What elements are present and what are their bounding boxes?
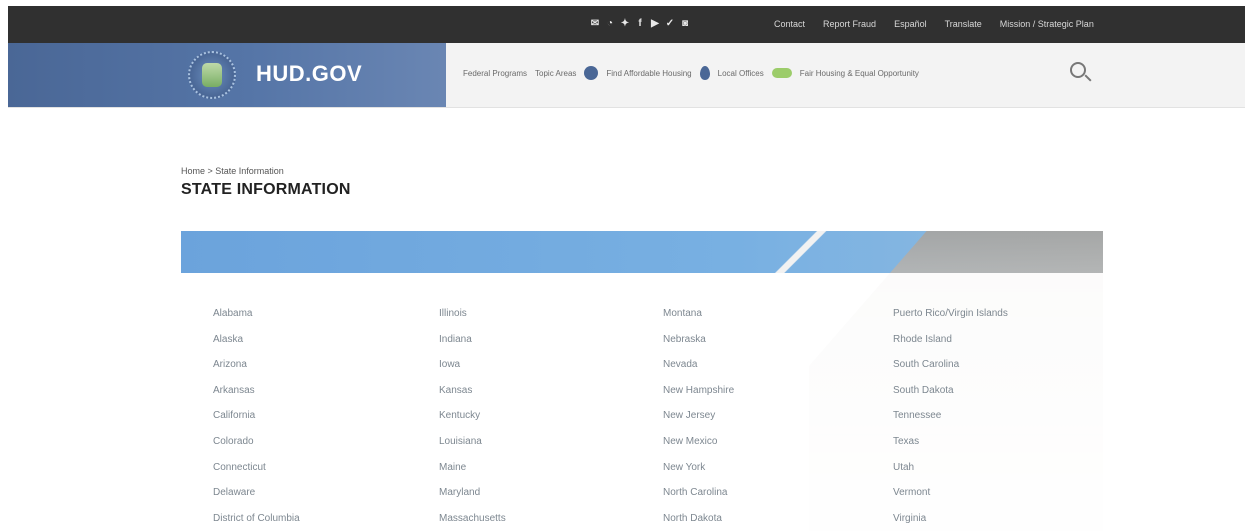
state-link[interactable]: New Mexico bbox=[663, 436, 893, 462]
home-icon bbox=[584, 66, 599, 80]
state-link[interactable]: Indiana bbox=[439, 334, 663, 360]
nav-find-affordable-housing[interactable]: Find Affordable Housing bbox=[606, 69, 691, 78]
utility-bar: ✉ ◔ ✦ f ▶ ✓ ◙ Contact Report Fraud Españ… bbox=[8, 6, 1245, 43]
state-link[interactable]: Virginia bbox=[893, 513, 1073, 531]
state-link[interactable]: District of Columbia bbox=[213, 513, 439, 531]
nav-federal-programs[interactable]: Federal Programs bbox=[463, 69, 527, 78]
breadcrumb: Home > State Information bbox=[181, 166, 284, 176]
state-link[interactable]: Kansas bbox=[439, 385, 663, 411]
state-link[interactable]: Arizona bbox=[213, 359, 439, 385]
state-link[interactable]: Connecticut bbox=[213, 462, 439, 488]
state-link[interactable]: South Carolina bbox=[893, 359, 1073, 385]
site-name: HUD.GOV bbox=[256, 61, 363, 86]
state-link[interactable]: Montana bbox=[663, 308, 893, 334]
email-icon[interactable]: ✉ bbox=[590, 19, 600, 29]
twitter-icon[interactable]: ✓ bbox=[665, 19, 675, 29]
state-link[interactable]: Colorado bbox=[213, 436, 439, 462]
state-link[interactable]: Nevada bbox=[663, 359, 893, 385]
state-link[interactable]: Arkansas bbox=[213, 385, 439, 411]
state-link[interactable]: New Hampshire bbox=[663, 385, 893, 411]
social-icons: ✉ ◔ ✦ f ▶ ✓ ◙ bbox=[590, 19, 690, 29]
state-link[interactable]: Alaska bbox=[213, 334, 439, 360]
state-link[interactable]: Illinois bbox=[439, 308, 663, 334]
state-link[interactable]: New Jersey bbox=[663, 410, 893, 436]
main-nav: Federal Programs Topic Areas Find Afford… bbox=[463, 66, 919, 80]
state-link[interactable]: North Dakota bbox=[663, 513, 893, 531]
state-link[interactable]: Rhode Island bbox=[893, 334, 1073, 360]
state-link[interactable]: Maine bbox=[439, 462, 663, 488]
badge-icon bbox=[771, 68, 792, 78]
facebook-icon[interactable]: f bbox=[635, 19, 645, 29]
state-link[interactable]: Texas bbox=[893, 436, 1073, 462]
site-header: HUD.GOV Federal Programs Topic Areas Fin… bbox=[8, 43, 1245, 108]
state-link[interactable]: Tennessee bbox=[893, 410, 1073, 436]
state-link[interactable]: North Carolina bbox=[663, 487, 893, 513]
utility-link-mission[interactable]: Mission / Strategic Plan bbox=[1000, 19, 1094, 29]
utility-links: Contact Report Fraud Español Translate M… bbox=[774, 19, 1094, 29]
instagram-icon[interactable]: ◙ bbox=[680, 19, 690, 29]
state-link[interactable]: Nebraska bbox=[663, 334, 893, 360]
utility-link-translate[interactable]: Translate bbox=[945, 19, 982, 29]
state-list: Alabama Illinois Montana Puerto Rico/Vir… bbox=[213, 308, 1073, 531]
map-pin-icon bbox=[699, 66, 710, 80]
utility-link-espanol[interactable]: Español bbox=[894, 19, 927, 29]
rss-icon[interactable]: ◔ bbox=[605, 19, 615, 29]
utility-link-contact[interactable]: Contact bbox=[774, 19, 805, 29]
state-link[interactable]: Delaware bbox=[213, 487, 439, 513]
state-link[interactable]: New York bbox=[663, 462, 893, 488]
state-link[interactable]: Iowa bbox=[439, 359, 663, 385]
youtube-icon[interactable]: ▶ bbox=[650, 19, 660, 29]
page-title: STATE INFORMATION bbox=[181, 181, 351, 198]
state-link[interactable]: Vermont bbox=[893, 487, 1073, 513]
newsletter-icon[interactable]: ✦ bbox=[620, 19, 630, 29]
brand-block[interactable]: HUD.GOV bbox=[8, 43, 446, 107]
search-icon[interactable] bbox=[1070, 62, 1086, 78]
state-link[interactable]: Maryland bbox=[439, 487, 663, 513]
state-link[interactable]: Puerto Rico/Virgin Islands bbox=[893, 308, 1073, 334]
state-link[interactable]: Louisiana bbox=[439, 436, 663, 462]
state-link[interactable]: South Dakota bbox=[893, 385, 1073, 411]
state-link[interactable]: Utah bbox=[893, 462, 1073, 488]
utility-link-report-fraud[interactable]: Report Fraud bbox=[823, 19, 876, 29]
state-link[interactable]: Alabama bbox=[213, 308, 439, 334]
state-link[interactable]: Kentucky bbox=[439, 410, 663, 436]
banner-roof-image bbox=[757, 231, 847, 273]
hud-seal-logo bbox=[188, 51, 236, 99]
nav-fair-housing[interactable]: Fair Housing & Equal Opportunity bbox=[800, 69, 919, 78]
state-link[interactable]: Massachusetts bbox=[439, 513, 663, 531]
state-link[interactable]: California bbox=[213, 410, 439, 436]
nav-topic-areas[interactable]: Topic Areas bbox=[535, 69, 576, 78]
state-banner: Alabama Illinois Montana Puerto Rico/Vir… bbox=[181, 231, 1103, 531]
nav-local-offices[interactable]: Local Offices bbox=[718, 69, 764, 78]
